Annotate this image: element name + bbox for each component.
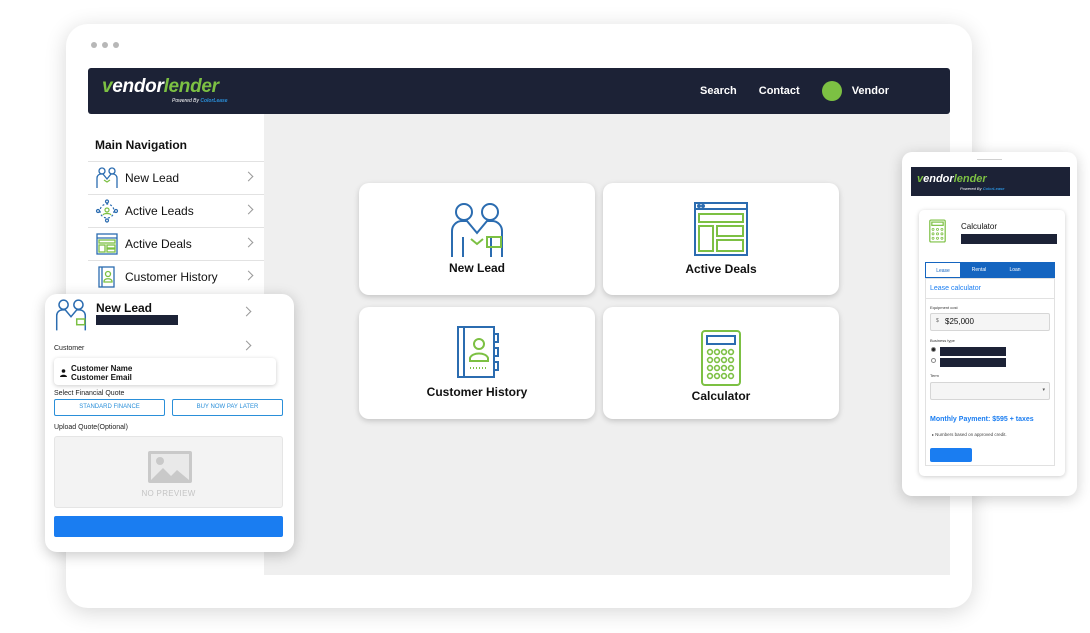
phone-notch	[977, 159, 1002, 160]
tile-label: Customer History	[426, 385, 528, 399]
term-select[interactable]: ▾	[930, 382, 1050, 400]
handshake-people-icon	[95, 166, 119, 190]
customer-name: Customer Name	[71, 364, 133, 373]
customer-label: Customer	[54, 345, 85, 352]
calculator-icon	[929, 219, 946, 248]
submit-lead-button[interactable]	[54, 516, 283, 537]
tile-label: Calculator	[691, 389, 751, 403]
tab-lease[interactable]: Lease	[925, 262, 961, 278]
user-name[interactable]: Vendor	[852, 85, 889, 97]
image-placeholder-icon	[147, 450, 193, 489]
sidebar-item-label: Active Deals	[125, 237, 192, 251]
chevron-right-icon[interactable]	[241, 340, 252, 351]
term-label: Term	[930, 373, 939, 378]
search-link[interactable]: Search	[700, 85, 737, 97]
calculator-tabs: Lease Rental Loan	[925, 262, 1055, 278]
window-dots	[91, 42, 119, 48]
chevron-right-icon	[243, 270, 254, 281]
contact-link[interactable]: Contact	[759, 85, 800, 97]
standard-finance-button[interactable]: STANDARD FINANCE	[54, 399, 165, 416]
sidebar-item-customer-history[interactable]: Customer History	[88, 260, 264, 293]
contact-book-icon	[454, 326, 500, 383]
customer-email: Customer Email	[71, 373, 132, 382]
dashboard-layout-icon	[95, 232, 119, 256]
lease-calculator-heading: Lease calculator	[930, 285, 981, 292]
upload-label: Upload Quote(Optional)	[54, 424, 128, 431]
tile-new-lead[interactable]: New Lead	[359, 183, 595, 295]
vendorlender-logo[interactable]: vendorlender	[917, 173, 987, 185]
calculator-phone: vendorlender Powered By ColorLease Calcu…	[902, 152, 1077, 496]
dashboard-content: New Lead Active Deals Customer History C…	[264, 114, 950, 575]
equipment-cost-label: Equipment cost	[930, 305, 958, 310]
tab-loan[interactable]: Loan	[997, 262, 1033, 278]
lead-form-title: New Lead	[96, 301, 153, 315]
business-type-label: Business type	[930, 338, 955, 343]
person-icon	[60, 364, 67, 382]
tile-active-deals[interactable]: Active Deals	[603, 183, 839, 295]
redacted-text	[961, 234, 1057, 244]
contact-book-icon	[95, 265, 119, 289]
tab-rental[interactable]: Rental	[961, 262, 997, 278]
lease-calculator-panel: Lease calculator Equipment cost $ $25,00…	[925, 278, 1055, 466]
dashboard-layout-icon	[694, 202, 748, 261]
sidebar-item-label: Active Leads	[125, 204, 194, 218]
chevron-right-icon[interactable]	[241, 306, 252, 317]
sidebar-title: Main Navigation	[95, 138, 188, 152]
redacted-text	[940, 347, 1006, 356]
new-lead-card: New Lead Customer Customer Name Customer …	[45, 294, 294, 552]
top-navigation-bar: vendorlender Powered By ColorLease Searc…	[88, 68, 950, 114]
redacted-text	[96, 315, 178, 325]
sidebar-item-label: New Lead	[125, 171, 180, 185]
vendorlender-logo[interactable]: vendorlender Powered By ColorLease	[102, 77, 228, 105]
chevron-right-icon	[243, 204, 254, 215]
tile-label: Active Deals	[685, 262, 757, 276]
business-type-radio[interactable]	[931, 347, 936, 352]
user-avatar[interactable]	[821, 81, 842, 101]
chevron-down-icon: ▾	[1042, 387, 1045, 393]
handshake-people-icon	[449, 201, 505, 264]
no-preview-text: NO PREVIEW	[141, 489, 196, 498]
phone-header: vendorlender Powered By ColorLease	[911, 167, 1070, 196]
calculator-card: Calculator Lease Rental Loan Lease calcu…	[919, 210, 1065, 476]
tile-customer-history[interactable]: Customer History	[359, 307, 595, 419]
equipment-cost-input[interactable]: $ $25,000	[930, 313, 1050, 331]
sidebar-item-active-deals[interactable]: Active Deals	[88, 227, 264, 260]
credit-note: ▸ Numbers based on approved credit.	[932, 432, 1007, 437]
calculate-button[interactable]	[930, 448, 972, 462]
handshake-people-icon	[55, 298, 87, 337]
redacted-text	[940, 358, 1006, 367]
business-type-radio[interactable]	[931, 358, 936, 363]
network-people-icon	[95, 199, 119, 223]
chevron-right-icon	[243, 237, 254, 248]
quote-label: Select Financial Quote	[54, 390, 125, 397]
sidebar-item-new-lead[interactable]: New Lead	[88, 161, 264, 194]
sidebar-item-active-leads[interactable]: Active Leads	[88, 194, 264, 227]
monthly-payment: Monthly Payment: $595 + taxes	[930, 416, 1034, 423]
chevron-right-icon	[243, 171, 254, 182]
calculator-title: Calculator	[961, 222, 998, 231]
upload-dropzone[interactable]: NO PREVIEW	[54, 436, 283, 508]
customer-selector[interactable]: Customer Name Customer Email	[54, 358, 276, 385]
buy-now-pay-later-button[interactable]: BUY NOW PAY LATER	[172, 399, 283, 416]
tile-label: New Lead	[448, 261, 505, 275]
sidebar-item-label: Customer History	[125, 270, 218, 284]
calculator-icon	[700, 330, 742, 391]
tile-calculator[interactable]: Calculator	[603, 307, 839, 419]
